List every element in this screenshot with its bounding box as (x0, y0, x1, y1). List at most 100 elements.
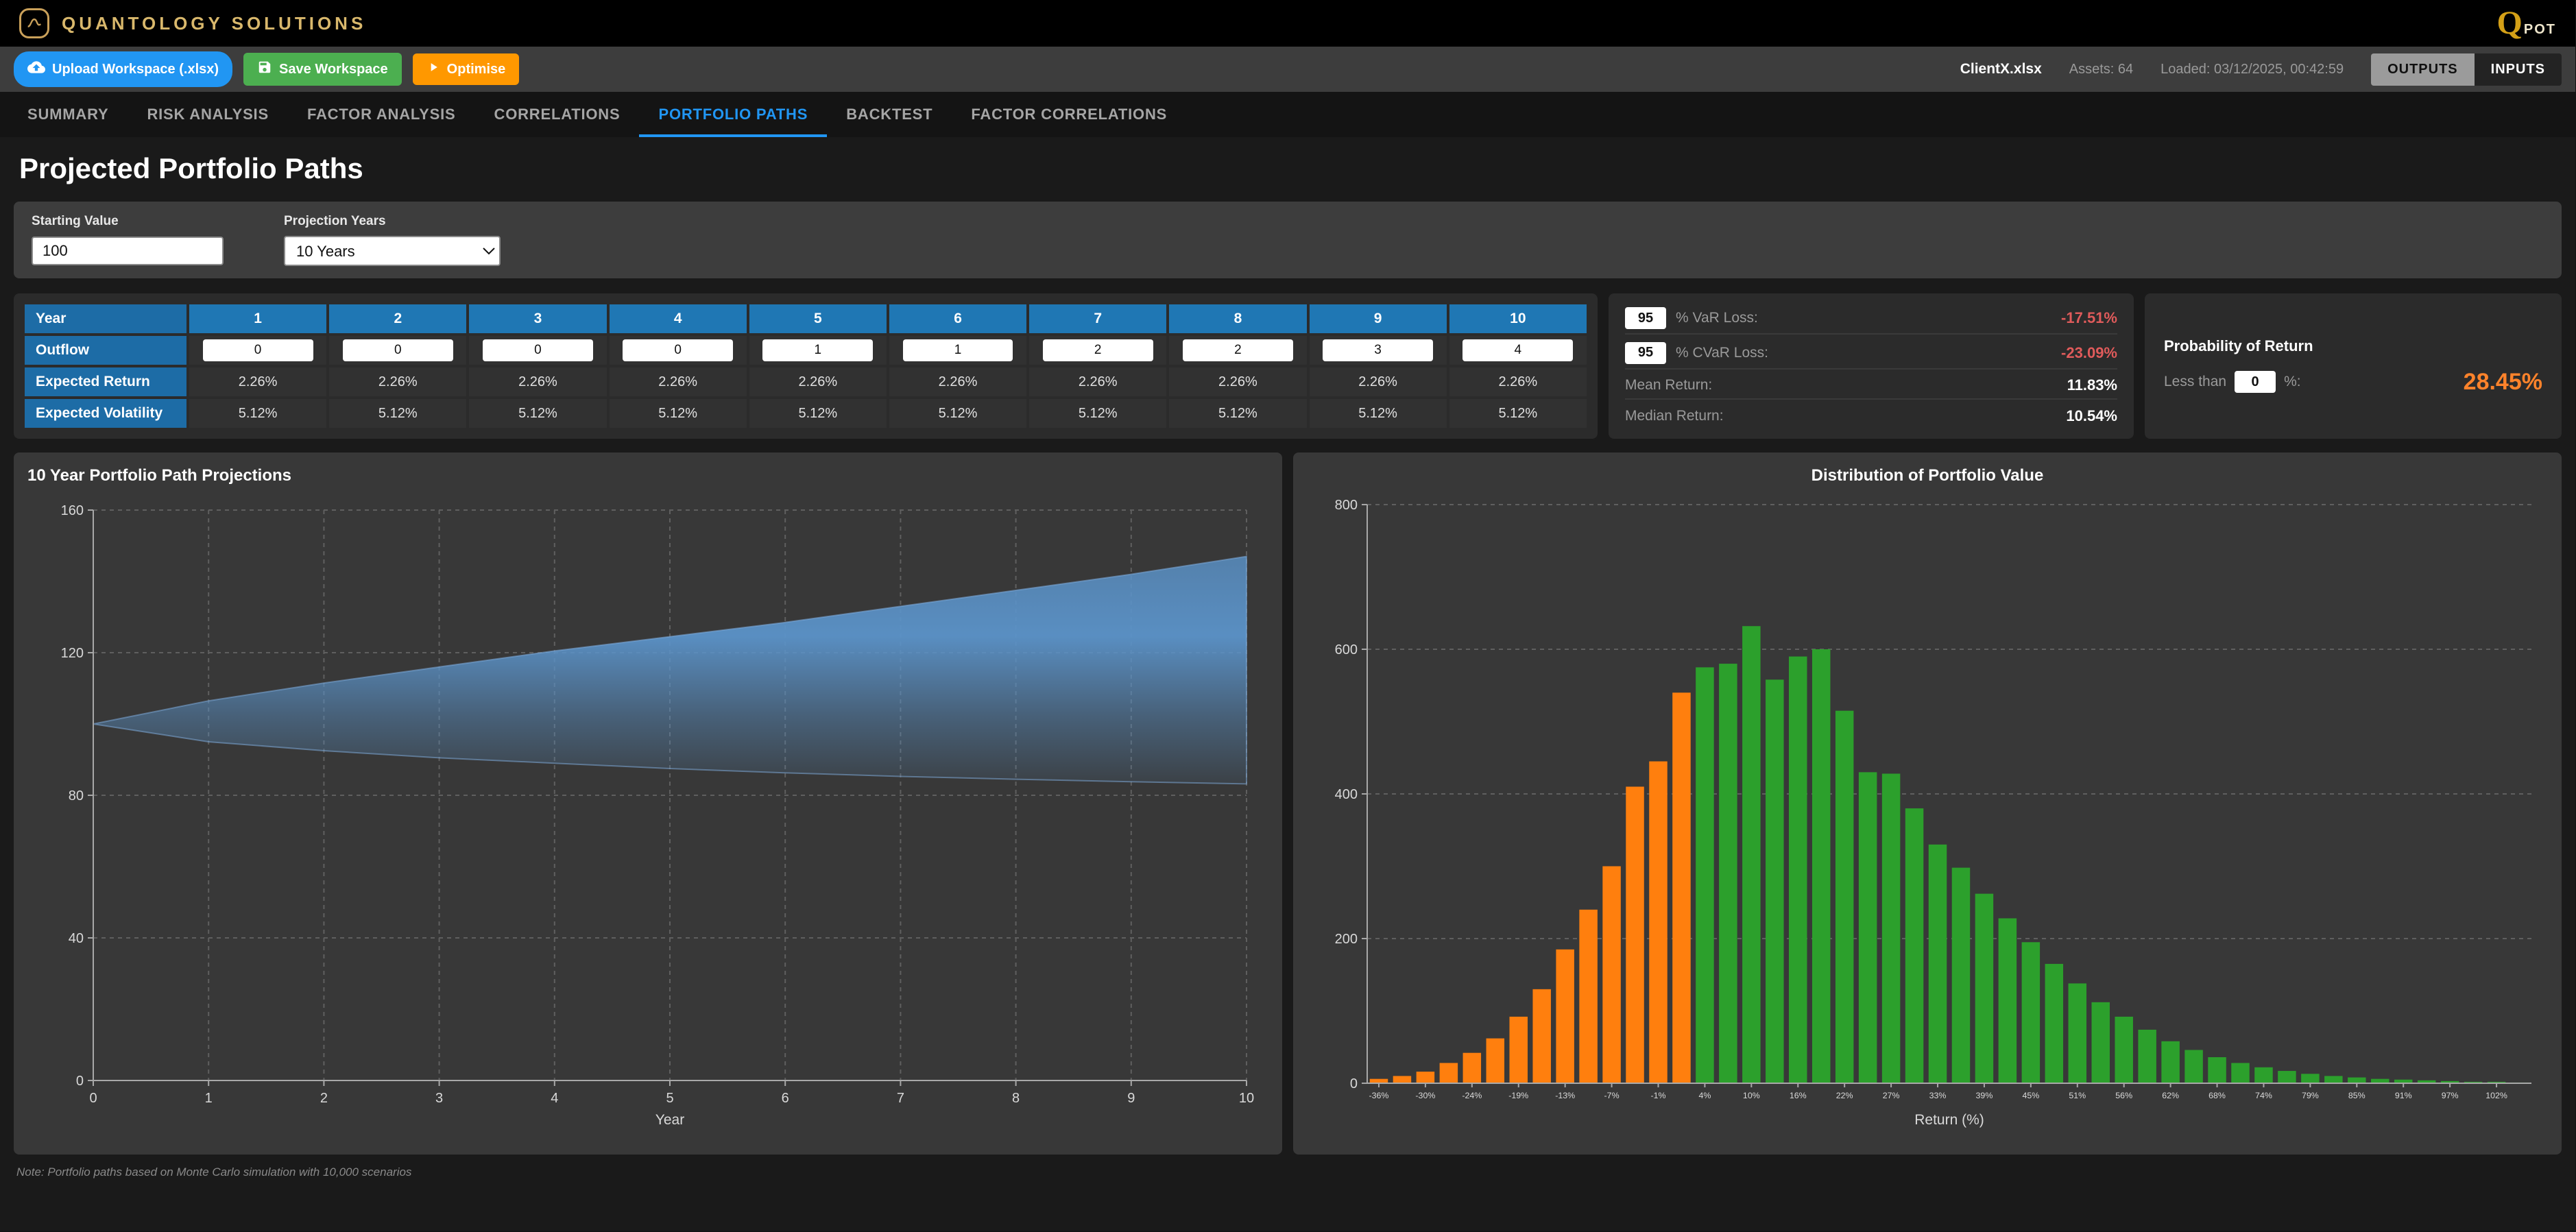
svg-text:40: 40 (69, 931, 84, 946)
outflow-input-year-10[interactable] (1462, 339, 1573, 361)
tab-summary[interactable]: SUMMARY (8, 92, 128, 137)
optimise-button[interactable]: Optimise (413, 53, 520, 85)
svg-text:160: 160 (61, 503, 84, 518)
tab-backtest[interactable]: BACKTEST (827, 92, 952, 137)
save-workspace-button[interactable]: Save Workspace (243, 53, 402, 86)
percent-label: %: (2284, 374, 2301, 390)
svg-text:600: 600 (1335, 642, 1358, 657)
expected-return-cell: 2.26% (889, 367, 1026, 396)
tab-correlations[interactable]: CORRELATIONS (475, 92, 640, 137)
projection-years-select[interactable]: 10 Years (284, 236, 501, 266)
expected-return-cell: 2.26% (469, 367, 606, 396)
svg-text:45%: 45% (2022, 1091, 2039, 1100)
projection-years-label: Projection Years (284, 214, 501, 229)
svg-text:0: 0 (76, 1074, 84, 1089)
svg-text:4%: 4% (1698, 1091, 1711, 1100)
year-cell: 7 (1029, 304, 1166, 333)
svg-text:102%: 102% (2485, 1091, 2507, 1100)
var-row: % VaR Loss: -17.51% (1625, 303, 2117, 335)
svg-text:2: 2 (320, 1091, 328, 1106)
expected-volatility-row-label: Expected Volatility (25, 399, 186, 428)
outflow-input-year-5[interactable] (762, 339, 873, 361)
expected-return-cell: 2.26% (610, 367, 747, 396)
svg-text:-36%: -36% (1369, 1091, 1389, 1100)
starting-value-label: Starting Value (32, 214, 224, 229)
expected-return-cell: 2.26% (749, 367, 887, 396)
tab-factor-analysis[interactable]: FACTOR ANALYSIS (288, 92, 475, 137)
expected-volatility-cell: 5.12% (469, 399, 606, 428)
probability-panel: Probability of Return Less than %: 28.45… (2145, 293, 2562, 439)
expected-volatility-cell: 5.12% (1449, 399, 1587, 428)
tab-portfolio-paths[interactable]: PORTFOLIO PATHS (639, 92, 827, 137)
expected-volatility-cell: 5.12% (1029, 399, 1166, 428)
median-return-label: Median Return: (1625, 408, 1724, 424)
svg-text:16%: 16% (1790, 1091, 1807, 1100)
median-return-value: 10.54% (2066, 407, 2117, 425)
outputs-toggle-button[interactable]: OUTPUTS (2371, 53, 2475, 86)
outflow-input-year-7[interactable] (1043, 339, 1153, 361)
outflow-input-year-3[interactable] (483, 339, 593, 361)
expected-return-cell: 2.26% (1449, 367, 1587, 396)
outflow-input-year-9[interactable] (1323, 339, 1433, 361)
outflow-input-year-6[interactable] (903, 339, 1013, 361)
svg-text:10%: 10% (1743, 1091, 1760, 1100)
projection-table: Year 12345678910 Outflow Expected Return… (22, 302, 1589, 431)
cvar-confidence-input[interactable] (1625, 342, 1666, 364)
outflow-cell (1029, 336, 1166, 365)
portfolio-paths-chart-title: 10 Year Portfolio Path Projections (27, 466, 1268, 485)
svg-text:120: 120 (61, 646, 84, 661)
starting-value-input[interactable] (32, 237, 224, 265)
page-title: Projected Portfolio Paths (0, 137, 2575, 202)
probability-value: 28.45% (2464, 369, 2542, 396)
mean-return-row: Mean Return: 11.83% (1625, 372, 2117, 400)
var-confidence-input[interactable] (1625, 307, 1666, 329)
expected-volatility-cell: 5.12% (1169, 399, 1306, 428)
distribution-chart: 0200400600800-36%-30%-24%-19%-13%-7%-1%4… (1307, 491, 2548, 1135)
charts-row: 10 Year Portfolio Path Projections 01234… (14, 452, 2562, 1155)
outflow-cell (1449, 336, 1587, 365)
outflow-input-year-8[interactable] (1183, 339, 1293, 361)
toolbar: Upload Workspace (.xlsx) Save Workspace … (0, 47, 2575, 92)
year-cell: 6 (889, 304, 1026, 333)
outflow-cell (1169, 336, 1306, 365)
probability-threshold-input[interactable] (2235, 371, 2276, 393)
upload-workspace-label: Upload Workspace (.xlsx) (52, 62, 219, 77)
outflow-row-label: Outflow (25, 336, 186, 365)
expected-return-row: Expected Return 2.26%2.26%2.26%2.26%2.26… (25, 367, 1587, 396)
outflow-input-year-2[interactable] (343, 339, 453, 361)
svg-text:5: 5 (666, 1091, 673, 1106)
year-cell: 5 (749, 304, 887, 333)
distribution-chart-title: Distribution of Portfolio Value (1307, 466, 2548, 485)
year-cell: 10 (1449, 304, 1587, 333)
assets-count: Assets: 64 (2069, 62, 2133, 77)
inputs-toggle-button[interactable]: INPUTS (2475, 53, 2562, 86)
year-cell: 2 (329, 304, 466, 333)
outflow-cell (189, 336, 326, 365)
top-header: QUANTOLOGY SOLUTIONS Q POT (0, 0, 2575, 47)
svg-text:22%: 22% (1836, 1091, 1853, 1100)
tab-factor-correlations[interactable]: FACTOR CORRELATIONS (952, 92, 1186, 137)
year-cell: 8 (1169, 304, 1306, 333)
expected-return-cell: 2.26% (1169, 367, 1306, 396)
optimise-label: Optimise (447, 62, 506, 77)
svg-text:1: 1 (205, 1091, 213, 1106)
cvar-row: % CVaR Loss: -23.09% (1625, 338, 2117, 370)
svg-text:Return (%): Return (%) (1914, 1112, 1984, 1128)
brand-logo-icon (19, 8, 49, 38)
year-cell: 4 (610, 304, 747, 333)
svg-text:0: 0 (1350, 1076, 1358, 1091)
expected-return-cell: 2.26% (1029, 367, 1166, 396)
summary-row: Year 12345678910 Outflow Expected Return… (14, 293, 2562, 439)
tab-risk-analysis[interactable]: RISK ANALYSIS (128, 92, 287, 137)
save-icon (257, 60, 272, 79)
upload-workspace-button[interactable]: Upload Workspace (.xlsx) (14, 51, 232, 87)
outflow-cell (329, 336, 466, 365)
outflow-input-year-1[interactable] (203, 339, 313, 361)
brand: QUANTOLOGY SOLUTIONS (19, 8, 366, 38)
svg-text:80: 80 (69, 788, 84, 804)
workspace-filename: ClientX.xlsx (1960, 61, 2042, 77)
svg-text:79%: 79% (2302, 1091, 2319, 1100)
mean-return-value: 11.83% (2067, 376, 2117, 394)
median-return-row: Median Return: 10.54% (1625, 403, 2117, 429)
outflow-input-year-4[interactable] (623, 339, 733, 361)
